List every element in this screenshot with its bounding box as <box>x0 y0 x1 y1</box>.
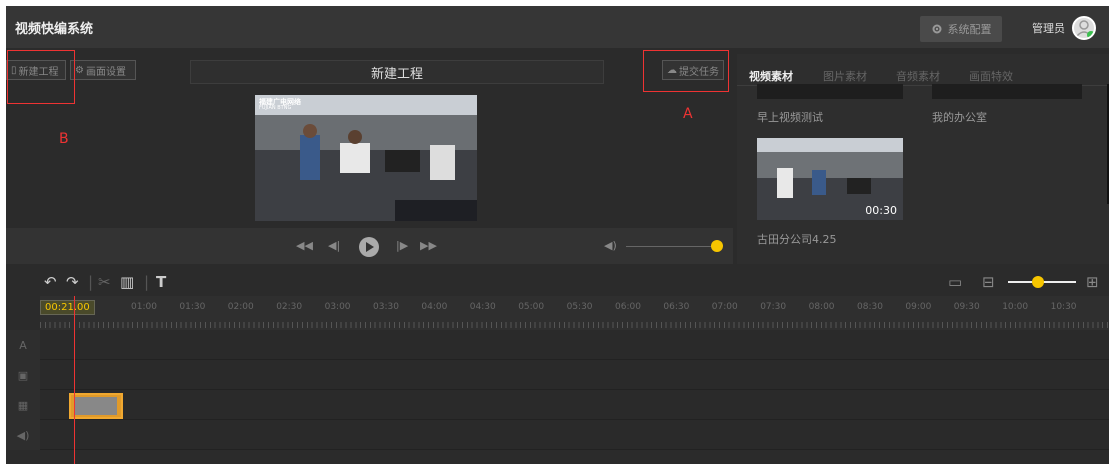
app-title: 视频快编系统 <box>15 22 94 37</box>
app-window: 视频快编系统 系统配置 管理员 ▯ 新建工程 ⚙ 画面设置 新建工程 ☁ 提交任… <box>6 6 1109 464</box>
asset-label-2[interactable]: 我的办公室 <box>932 109 987 125</box>
preview-frame-image <box>255 95 477 221</box>
divider-icon: | <box>88 273 94 291</box>
step-forward-icon[interactable]: |▶ <box>396 239 408 252</box>
play-button[interactable] <box>359 237 379 257</box>
ruler-label: 09:30 <box>953 302 980 312</box>
monitor-icon[interactable]: ▭ <box>948 273 962 291</box>
online-status-dot <box>1087 31 1094 38</box>
film-track-icon: ▦ <box>6 390 40 420</box>
canvas-settings-label: 画面设置 <box>85 66 126 78</box>
asset-tabs: 视频素材 图片素材 音频素材 画面特效 <box>737 62 1109 86</box>
gear-icon: ⚙ <box>75 64 84 76</box>
editor-toolbar: ▯ 新建工程 ⚙ 画面设置 新建工程 ☁ 提交任务 <box>6 60 733 84</box>
text-track-icon: A <box>6 330 40 360</box>
trash-icon[interactable]: ▥ <box>120 273 134 291</box>
annotation-box-b <box>7 50 75 104</box>
track-video[interactable]: ▦ <box>6 390 1109 420</box>
ruler-label: 07:00 <box>711 302 738 312</box>
image-track-icon: ▣ <box>6 360 40 390</box>
player-controls: ◀◀ ◀| |▶ ▶▶ ◀) <box>6 228 733 264</box>
step-back-icon[interactable]: ◀| <box>328 239 340 252</box>
ruler-label: 09:00 <box>905 302 932 312</box>
preview-logo-subtext: FUJIAN BTNG <box>259 105 292 111</box>
ruler-label: 07:30 <box>760 302 787 312</box>
ruler-label: 08:30 <box>857 302 883 312</box>
annotation-box-a <box>643 50 729 92</box>
asset-label-1[interactable]: 早上视频测试 <box>757 109 823 125</box>
ruler-label: 06:00 <box>615 302 641 312</box>
ruler-label: 10:30 <box>1050 302 1077 312</box>
volume-icon[interactable]: ◀) <box>604 239 617 252</box>
tab-effects[interactable]: 画面特效 <box>969 68 1013 84</box>
ruler-label: 01:30 <box>179 302 206 312</box>
divider-icon: | <box>144 273 150 291</box>
tab-audio-assets[interactable]: 音频素材 <box>896 68 940 84</box>
track-audio[interactable]: ◀) <box>6 420 1109 450</box>
fast-forward-icon[interactable]: ▶▶ <box>420 239 437 252</box>
asset-label-3[interactable]: 古田分公司4.25 <box>757 231 837 247</box>
tab-image-assets[interactable]: 图片素材 <box>823 68 867 84</box>
asset-thumb-3[interactable]: 00:30 <box>757 138 903 220</box>
current-time: 00:21.00 <box>40 300 95 315</box>
annotation-label-a: A <box>683 106 693 122</box>
ruler-label: 06:30 <box>663 302 690 312</box>
timeline-ruler[interactable]: 00:21.00 01:00 01:30 02:00 02:30 03:00 03:30 0… <box>40 296 1109 330</box>
volume-slider-track[interactable] <box>626 246 718 247</box>
audio-track-icon: ◀) <box>6 420 40 450</box>
asset-duration: 00:30 <box>865 204 897 217</box>
ruler-label: 03:30 <box>373 302 399 312</box>
ruler-label: 10:00 <box>1002 302 1029 312</box>
ruler-label: 04:30 <box>469 302 496 312</box>
text-tool-icon[interactable]: T <box>156 273 166 291</box>
gear-icon <box>932 24 941 34</box>
playhead[interactable] <box>74 296 75 464</box>
video-preview[interactable]: 福建广电网络 FUJIAN BTNG <box>255 95 477 221</box>
ruler-label: 08:00 <box>808 302 835 312</box>
video-clip[interactable] <box>69 393 123 419</box>
volume-slider-knob[interactable] <box>711 240 723 252</box>
project-title[interactable]: 新建工程 <box>190 60 604 84</box>
zoom-slider-knob[interactable] <box>1032 276 1044 288</box>
asset-thumb-2[interactable] <box>932 84 1082 99</box>
tab-video-assets[interactable]: 视频素材 <box>749 68 793 84</box>
header-bar: 视频快编系统 系统配置 管理员 <box>6 6 1109 48</box>
timeline-toolbar: ↶ ↷ | ✂ ▥ | T ▭ ⊟ ⊞ <box>6 268 1109 296</box>
asset-thumb-1[interactable] <box>757 84 903 99</box>
ruler-label: 02:30 <box>276 302 303 312</box>
ruler-label: 01:00 <box>131 302 157 312</box>
system-config-button[interactable]: 系统配置 <box>920 16 1002 42</box>
ruler-label: 05:00 <box>518 302 545 312</box>
ruler-label: 02:00 <box>227 302 254 312</box>
ruler-label: 03:00 <box>324 302 351 312</box>
rewind-icon[interactable]: ◀◀ <box>296 239 313 252</box>
clip-thumbnail <box>75 397 117 415</box>
system-config-label: 系统配置 <box>947 23 992 36</box>
redo-icon[interactable]: ↷ <box>66 273 79 291</box>
ruler-label: 04:00 <box>421 302 448 312</box>
track-text[interactable]: A <box>6 330 1109 360</box>
annotation-label-b: B <box>59 131 69 147</box>
track-image[interactable]: ▣ <box>6 360 1109 390</box>
ruler-ticks <box>40 322 1109 328</box>
asset-panel: 视频素材 图片素材 音频素材 画面特效 早上视频测试 我的办公室 00:30 古… <box>737 54 1109 264</box>
avatar[interactable] <box>1072 16 1096 40</box>
undo-icon[interactable]: ↶ <box>44 273 57 291</box>
ruler-label: 05:30 <box>566 302 593 312</box>
zoom-out-icon[interactable]: ⊟ <box>982 273 995 291</box>
zoom-in-icon[interactable]: ⊞ <box>1086 273 1099 291</box>
canvas-settings-button[interactable]: ⚙ 画面设置 <box>70 60 136 80</box>
admin-label[interactable]: 管理员 <box>1032 20 1065 36</box>
scissors-icon[interactable]: ✂ <box>98 273 111 291</box>
